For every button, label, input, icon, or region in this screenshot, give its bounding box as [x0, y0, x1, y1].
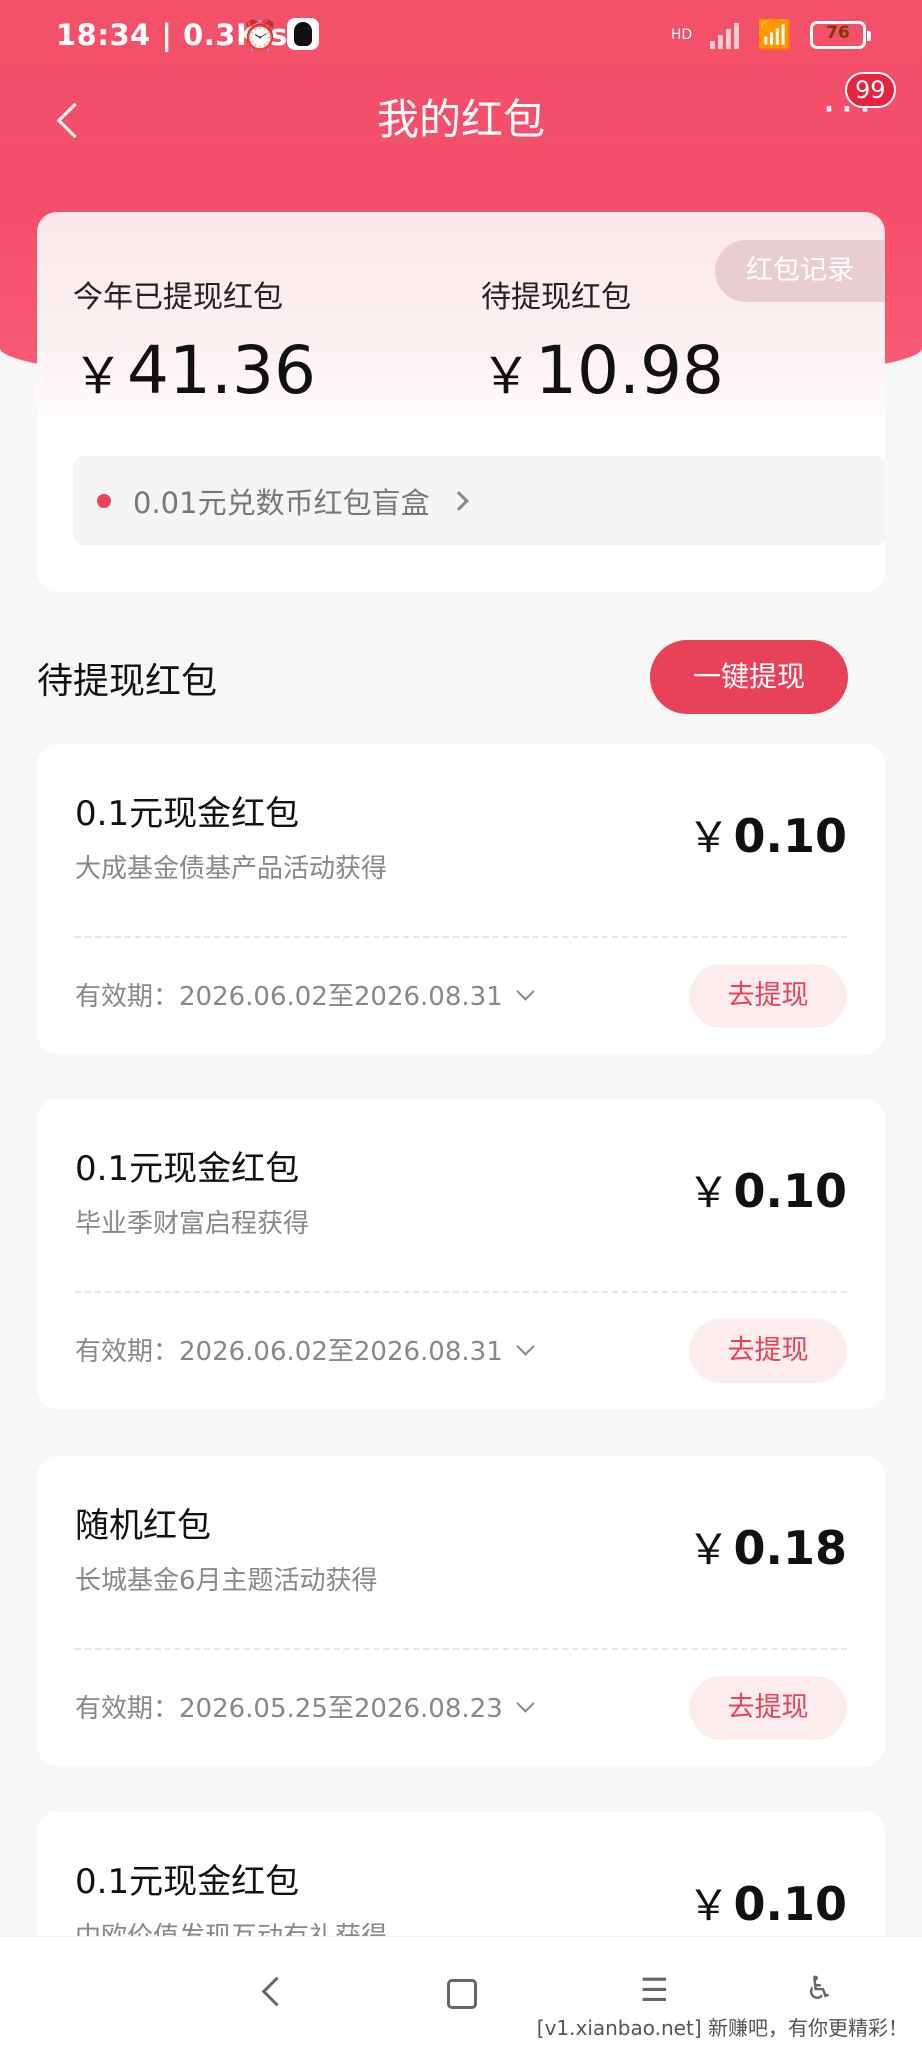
card-name: 0.1元现金红包 — [75, 1862, 300, 1902]
chevron-down-icon — [516, 1337, 535, 1356]
red-packet-record-button[interactable]: 红包记录 — [715, 240, 885, 302]
card-name: 0.1元现金红包 — [75, 794, 300, 834]
chevron-down-icon — [516, 982, 535, 1001]
card-validity[interactable]: 有效期：2026.06.02至2026.08.31 — [75, 1331, 535, 1368]
withdraw-button[interactable]: 去提现 — [689, 1676, 847, 1740]
card-source: 毕业季财富启程获得 — [75, 1209, 310, 1239]
system-back-icon[interactable] — [248, 1967, 298, 2017]
wifi-icon: 📶 — [757, 18, 792, 51]
withdraw-all-button[interactable]: 一键提现 — [650, 640, 848, 714]
card-name: 随机红包 — [75, 1506, 211, 1546]
withdraw-button[interactable]: 去提现 — [689, 964, 847, 1028]
red-packet-card: 0.1元现金红包 中欧价值发现互动有礼获得 ￥0.10 — [37, 1812, 885, 1936]
page-title: 我的红包 — [376, 95, 545, 144]
card-price: ￥0.10 — [687, 809, 847, 863]
withdrawn-amount: ￥41.36 — [73, 332, 316, 409]
card-name: 0.1元现金红包 — [75, 1149, 300, 1189]
chevron-right-icon — [448, 491, 469, 511]
divider — [75, 936, 847, 938]
summary-card: 红包记录 今年已提现红包 ￥41.36 待提现红包 ￥10.98 0.01元兑数… — [37, 212, 885, 592]
watermark: [v1.xianbao.net] 新赚吧，有你更精彩！ — [536, 2016, 908, 2040]
network-label: HD — [670, 26, 693, 43]
red-packet-card: 0.1元现金红包 毕业季财富启程获得 ￥0.10 有效期：2026.06.02至… — [37, 1099, 885, 1409]
withdrawn-label: 今年已提现红包 — [73, 280, 283, 315]
dot-icon — [97, 494, 111, 508]
card-validity[interactable]: 有效期：2026.05.25至2026.08.23 — [75, 1688, 535, 1725]
red-packet-card: 0.1元现金红包 大成基金债基产品活动获得 ￥0.10 有效期：2026.06.… — [37, 744, 885, 1054]
chevron-down-icon — [516, 1694, 535, 1713]
system-menu-icon[interactable] — [630, 1967, 680, 2017]
card-validity[interactable]: 有效期：2026.06.02至2026.08.31 — [75, 976, 535, 1013]
notification-badge: 99 — [845, 72, 896, 108]
status-right: HD 📶 76 — [670, 18, 871, 51]
card-price: ￥0.18 — [687, 1521, 847, 1575]
section-title: 待提现红包 — [37, 661, 218, 702]
section-header: 待提现红包 一键提现 — [37, 640, 885, 716]
accessibility-icon[interactable] — [795, 1967, 845, 2017]
signal-icon — [710, 21, 740, 49]
card-source: 中欧价值发现互动有礼获得 — [75, 1916, 387, 1936]
divider — [75, 1291, 847, 1293]
card-price: ￥0.10 — [687, 1877, 847, 1931]
qq-icon — [287, 18, 319, 50]
pending-label: 待提现红包 — [481, 280, 631, 315]
blind-box-link[interactable]: 0.01元兑数币红包盲盒 — [73, 456, 885, 546]
red-packet-card: 随机红包 长城基金6月主题活动获得 ￥0.18 有效期：2026.05.25至2… — [37, 1456, 885, 1766]
card-source: 长城基金6月主题活动获得 — [75, 1566, 378, 1596]
status-bar: 18:34 | 0.3K/s ⏰ HD 📶 76 — [0, 0, 922, 72]
card-price: ￥0.10 — [687, 1164, 847, 1218]
battery-percent: 76 — [826, 22, 850, 43]
withdraw-button[interactable]: 去提现 — [689, 1319, 847, 1383]
battery-icon: 76 — [810, 20, 871, 49]
alarm-icon: ⏰ — [242, 18, 279, 52]
blind-box-text: 0.01元兑数币红包盲盒 — [133, 486, 430, 520]
system-home-icon[interactable] — [435, 1967, 485, 2017]
card-source: 大成基金债基产品活动获得 — [75, 854, 388, 884]
divider — [75, 1648, 847, 1650]
pending-amount: ￥10.98 — [481, 332, 724, 409]
nav-bar: 我的红包 ··· 99 — [0, 72, 922, 172]
